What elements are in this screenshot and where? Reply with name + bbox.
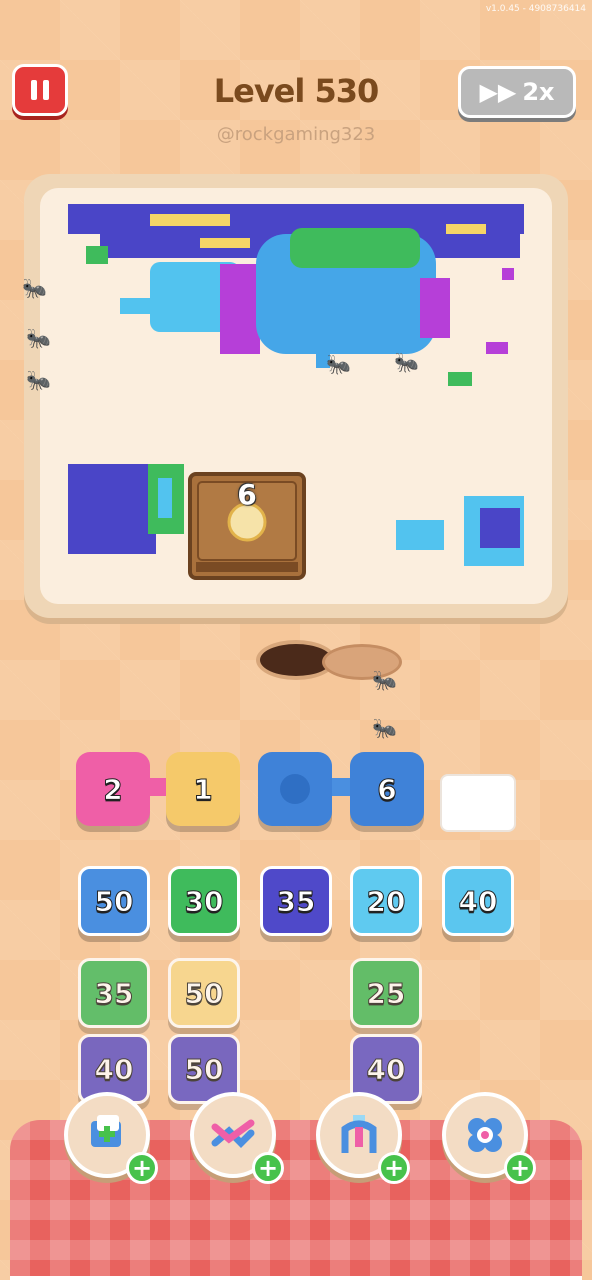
tile-value: 40	[94, 1052, 134, 1086]
tile[interactable]: 40	[442, 866, 514, 936]
version-label: v1.0.45 - 4908736414	[485, 4, 586, 14]
tile-value: 35	[276, 884, 316, 918]
queue-slot[interactable]: 1	[166, 752, 240, 826]
ant-icon: 🐜	[26, 326, 51, 350]
tile[interactable]: 30	[168, 866, 240, 936]
username-watermark: @rockgaming323	[216, 124, 376, 145]
slot-count: 6	[377, 772, 398, 806]
slot-count: 2	[103, 772, 124, 806]
add-slot-icon	[91, 1115, 121, 1147]
tile: 35	[78, 958, 150, 1028]
speed-label: 2x	[522, 78, 555, 106]
plus-icon[interactable]: +	[252, 1152, 284, 1184]
ant-icon: 🐜	[326, 352, 351, 376]
queue-slot[interactable]: 2	[76, 752, 150, 826]
tile-value: 50	[184, 1052, 224, 1086]
tile-value: 20	[366, 884, 406, 918]
tile-value: 30	[184, 884, 224, 918]
tile-value: 35	[94, 976, 134, 1010]
ant-icon: 🐜	[372, 716, 397, 740]
tile: 25	[350, 958, 422, 1028]
tile-value: 25	[366, 976, 406, 1010]
tile-value: 50	[94, 884, 134, 918]
fast-forward-icon: ▶▶	[479, 78, 517, 106]
tile-value: 40	[366, 1052, 406, 1086]
speed-button[interactable]: ▶▶ 2x	[458, 66, 576, 118]
tile-value: 50	[184, 976, 224, 1010]
tile[interactable]: 20	[350, 866, 422, 936]
queue-slot[interactable]: 6	[350, 752, 424, 826]
slot-count: 1	[193, 772, 214, 806]
ball-icon	[280, 774, 310, 804]
plus-icon[interactable]: +	[504, 1152, 536, 1184]
tile[interactable]: 50	[78, 866, 150, 936]
chest-count: 6	[237, 478, 257, 511]
plus-icon[interactable]: +	[378, 1152, 410, 1184]
flower-icon	[468, 1118, 502, 1152]
shuffle-icon	[211, 1119, 255, 1148]
tile-value: 40	[458, 884, 498, 918]
ant-icon: 🐜	[394, 350, 419, 374]
magnet-claw-icon	[341, 1115, 377, 1153]
ant-icon: 🐜	[26, 368, 51, 392]
tile[interactable]: 35	[260, 866, 332, 936]
ant-icon: 🐜	[372, 668, 397, 692]
tile: 50	[168, 958, 240, 1028]
plus-icon[interactable]: +	[126, 1152, 158, 1184]
empty-slot[interactable]	[440, 774, 516, 832]
queue-slot[interactable]	[258, 752, 332, 826]
ant-icon: 🐜	[22, 276, 47, 300]
